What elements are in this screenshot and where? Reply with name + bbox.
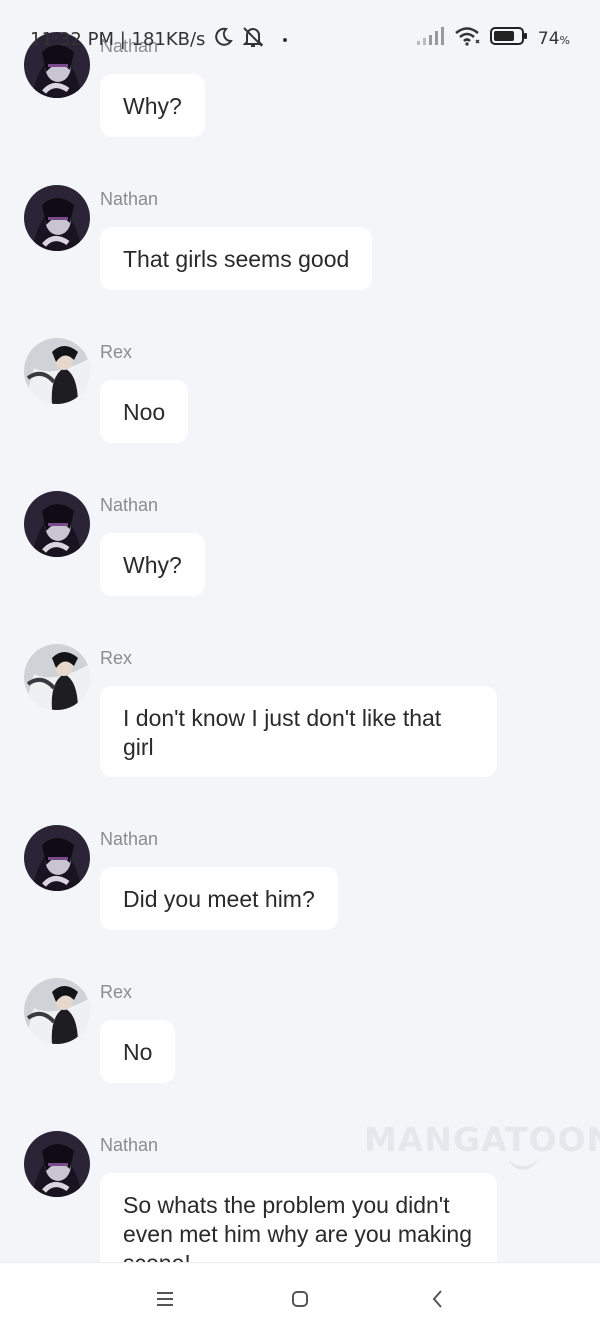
avatar-rex[interactable] bbox=[24, 338, 90, 404]
signal-icon bbox=[416, 27, 444, 50]
watermark-smile bbox=[508, 1152, 538, 1170]
wifi-icon bbox=[454, 26, 480, 51]
system-nav-bar bbox=[0, 1262, 600, 1334]
sender-name: Rex bbox=[100, 982, 133, 1002]
sender-name: Nathan bbox=[100, 495, 159, 515]
message-bubble[interactable]: Why? bbox=[100, 533, 205, 596]
avatar-rex[interactable] bbox=[24, 644, 90, 710]
message-bubble[interactable]: That girls seems good bbox=[100, 227, 373, 290]
back-icon[interactable] bbox=[426, 1287, 450, 1311]
home-icon[interactable] bbox=[288, 1287, 312, 1311]
avatar-nathan[interactable] bbox=[24, 825, 90, 891]
sender-name: Rex bbox=[100, 648, 133, 668]
avatar-nathan[interactable] bbox=[24, 1131, 90, 1197]
battery-value: 74 bbox=[537, 28, 560, 49]
status-right: 74% bbox=[416, 26, 570, 51]
sender-name: Nathan bbox=[100, 189, 159, 209]
battery-unit: % bbox=[559, 33, 570, 47]
sender-name: Nathan bbox=[100, 1135, 159, 1155]
status-time-speed: 11:32 PM | 181KB/s bbox=[30, 29, 206, 50]
message-bubble[interactable]: Did you meet him? bbox=[100, 867, 338, 930]
bell-muted-icon bbox=[241, 26, 265, 53]
message-bubble[interactable]: Why? bbox=[100, 74, 205, 137]
status-bar: 11:32 PM | 181KB/s 74% bbox=[0, 22, 600, 54]
dot-icon bbox=[283, 37, 288, 42]
message-bubble[interactable]: Noo bbox=[100, 380, 189, 443]
message-bubble[interactable]: I don't know I just don't like that girl bbox=[100, 686, 497, 777]
battery-percentage: 74% bbox=[538, 29, 570, 49]
sender-name: Rex bbox=[100, 342, 133, 362]
message-bubble[interactable]: So whats the problem you didn't even met… bbox=[100, 1173, 497, 1262]
chat-thread[interactable]: Nathan Why? Nathan That girls seems good… bbox=[0, 0, 600, 1262]
moon-icon bbox=[213, 27, 234, 52]
avatar-nathan[interactable] bbox=[24, 491, 90, 557]
battery-icon bbox=[489, 27, 528, 50]
avatar-rex[interactable] bbox=[24, 978, 90, 1044]
status-left: 11:32 PM | 181KB/s bbox=[30, 26, 288, 53]
menu-icon[interactable] bbox=[153, 1287, 177, 1311]
sender-name: Nathan bbox=[100, 829, 159, 849]
watermark-logo: MANGATOON bbox=[364, 1120, 600, 1159]
avatar-nathan[interactable] bbox=[24, 185, 90, 251]
message-bubble[interactable]: No bbox=[100, 1020, 176, 1083]
